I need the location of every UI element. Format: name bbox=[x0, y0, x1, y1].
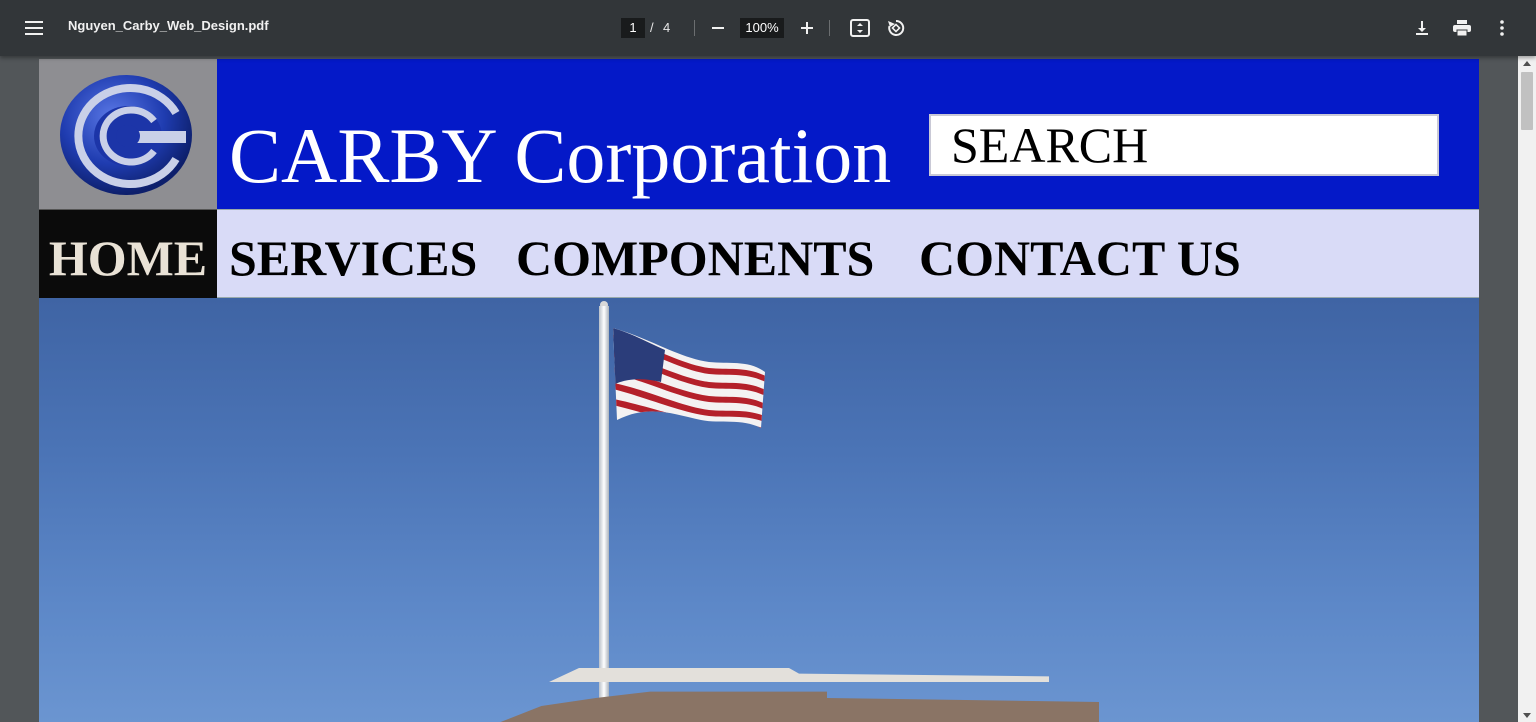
nav-components[interactable]: COMPONENTS bbox=[516, 228, 874, 288]
carby-logo-icon bbox=[60, 75, 192, 195]
fit-to-page-button[interactable] bbox=[848, 16, 872, 40]
nav-contact-us[interactable]: CONTACT US bbox=[919, 228, 1241, 288]
page-separator: / bbox=[650, 20, 654, 35]
rotate-icon bbox=[888, 19, 905, 36]
nav-services[interactable]: SERVICES bbox=[229, 228, 477, 288]
download-icon bbox=[1416, 21, 1428, 35]
american-flag-icon bbox=[613, 328, 765, 428]
nav-home[interactable]: HOME bbox=[39, 209, 217, 298]
more-vertical-icon bbox=[1500, 20, 1504, 36]
toolbar-divider bbox=[829, 20, 830, 36]
print-button[interactable] bbox=[1450, 16, 1474, 40]
zoom-in-button[interactable] bbox=[795, 16, 819, 40]
rotate-button[interactable] bbox=[884, 16, 908, 40]
more-actions-button[interactable] bbox=[1490, 16, 1514, 40]
scroll-up-arrow[interactable] bbox=[1518, 56, 1536, 70]
search-input[interactable] bbox=[929, 114, 1439, 176]
total-pages: 4 bbox=[663, 20, 671, 35]
vertical-scrollbar[interactable] bbox=[1518, 56, 1536, 722]
print-icon bbox=[1453, 20, 1471, 36]
company-name: CARBY Corporation bbox=[229, 112, 892, 199]
scrollbar-thumb[interactable] bbox=[1521, 72, 1533, 130]
fit-to-page-icon bbox=[850, 19, 870, 37]
zoom-input[interactable] bbox=[740, 18, 784, 38]
pdf-toolbar: Nguyen_Carby_Web_Design.pdf / 4 bbox=[0, 0, 1536, 56]
scroll-down-arrow[interactable] bbox=[1518, 708, 1536, 722]
building-roof bbox=[549, 668, 1049, 682]
header-banner: CARBY Corporation bbox=[217, 59, 1479, 209]
nav-bar: SERVICES COMPONENTS CONTACT US bbox=[217, 209, 1479, 298]
page-number-input[interactable] bbox=[621, 18, 645, 38]
chevron-up-icon bbox=[1523, 60, 1531, 66]
pdf-viewer[interactable]: CARBY Corporation HOME SERVICES COMPONEN… bbox=[0, 56, 1518, 722]
pdf-page: CARBY Corporation HOME SERVICES COMPONEN… bbox=[39, 59, 1479, 722]
flagpole bbox=[599, 306, 609, 722]
company-logo bbox=[39, 59, 217, 209]
zoom-out-button[interactable] bbox=[706, 16, 730, 40]
document-title: Nguyen_Carby_Web_Design.pdf bbox=[68, 18, 269, 33]
hero-photo-flag bbox=[39, 298, 1479, 722]
minus-icon bbox=[712, 27, 724, 29]
download-button[interactable] bbox=[1410, 16, 1434, 40]
toolbar-divider bbox=[694, 20, 695, 36]
hamburger-menu-icon[interactable] bbox=[20, 16, 48, 40]
chevron-down-icon bbox=[1523, 712, 1531, 718]
plus-icon bbox=[801, 22, 813, 34]
